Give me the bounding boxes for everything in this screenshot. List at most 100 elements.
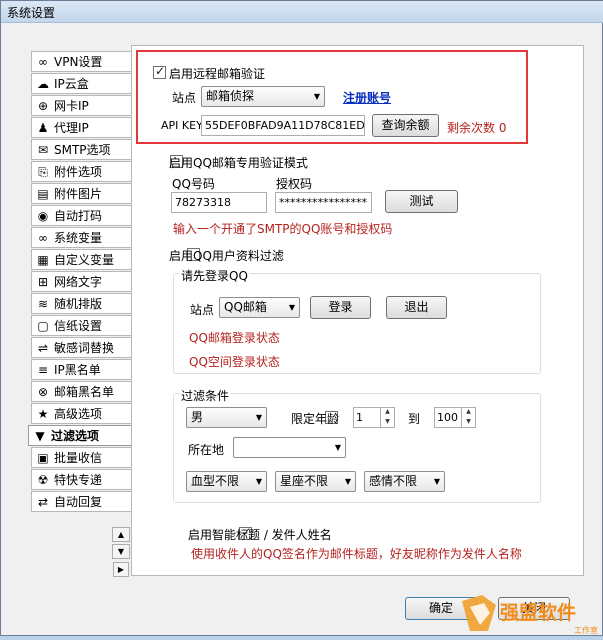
- api-key-label: API KEY: [161, 119, 203, 132]
- grid-icon: ▦: [37, 252, 49, 267]
- emotion-value: 感情不限: [369, 474, 418, 488]
- sidebar-item-7[interactable]: ▤ 附件图片: [31, 183, 131, 204]
- qq-site-label: 站点: [190, 303, 215, 317]
- spin-down-icon: ▼: [385, 418, 390, 425]
- sidebar-item-20[interactable]: ☢ 特快专递: [31, 469, 131, 490]
- chevron-down-icon: ▼: [255, 413, 262, 422]
- spin-up-icon: ▲: [466, 408, 471, 415]
- qq-zone-login-status: QQ空间登录状态: [189, 355, 280, 369]
- filter-conditions-title: 过滤条件: [179, 387, 232, 404]
- svg-text:强盟软件: 强盟软件: [500, 601, 576, 624]
- chevron-down-icon: ▼: [313, 92, 320, 101]
- inbox-icon: ▣: [37, 450, 49, 465]
- image-icon: ▤: [37, 186, 49, 201]
- age-to-input[interactable]: 100 ▲ ▼: [434, 407, 476, 428]
- sidebar-item-12[interactable]: ≋ 随机排版: [31, 293, 131, 314]
- emotion-select[interactable]: 感情不限 ▼: [364, 471, 445, 492]
- sidebar-item-17[interactable]: ★ 高级选项: [31, 403, 131, 424]
- sidebar-item-label: 随机排版: [54, 297, 103, 311]
- zodiac-select[interactable]: 星座不限 ▼: [275, 471, 356, 492]
- sidebar-item-13[interactable]: ▢ 信纸设置: [31, 315, 131, 336]
- sidebar-item-label: 系统变量: [54, 231, 103, 245]
- spin-down-icon: ▼: [466, 418, 471, 425]
- list-icon: ≡: [37, 362, 49, 377]
- layers-icon: ≋: [37, 296, 49, 311]
- location-select[interactable]: ▼: [233, 437, 346, 458]
- sidebar-item-label: 过滤选项: [51, 429, 100, 443]
- sidebar-item-4[interactable]: ♟ 代理IP: [31, 117, 131, 138]
- sidebar-item-3[interactable]: ⊕ 网卡IP: [31, 95, 131, 116]
- block-icon: ⊗: [37, 384, 49, 399]
- gender-select[interactable]: 男 ▼: [186, 407, 267, 428]
- qq-mail-login-status: QQ邮箱登录状态: [189, 331, 280, 345]
- scroll-up-button[interactable]: ▲: [112, 527, 130, 542]
- scroll-down-button[interactable]: ▼: [112, 544, 130, 559]
- sidebar-item-1[interactable]: ∞ VPN设置: [31, 51, 131, 72]
- exchange-icon: ⇄: [37, 494, 49, 509]
- test-button[interactable]: 测试: [385, 190, 458, 213]
- auth-code-input[interactable]: ****************: [275, 192, 372, 213]
- zodiac-value: 星座不限: [280, 474, 329, 488]
- age-from-input[interactable]: 1 ▲ ▼: [353, 407, 395, 428]
- blood-type-value: 血型不限: [191, 474, 240, 488]
- svg-text:工作室: 工作室: [574, 625, 598, 635]
- chevron-down-icon: ▼: [433, 477, 440, 486]
- sidebar-item-label: 敏感词替换: [54, 341, 115, 355]
- sidebar-item-16[interactable]: ⊗ 邮箱黑名单: [31, 381, 131, 402]
- remote-site-select[interactable]: 邮箱侦探 ▼: [201, 86, 325, 107]
- attachment-icon: ⎘: [38, 164, 48, 179]
- qq-number-label: QQ号码: [172, 177, 215, 191]
- sidebar-item-9[interactable]: ∞ 系统变量: [31, 227, 131, 248]
- qq-logout-button[interactable]: 退出: [386, 296, 447, 319]
- sidebar-item-19[interactable]: ▣ 批量收信: [31, 447, 131, 468]
- blood-type-select[interactable]: 血型不限 ▼: [186, 471, 267, 492]
- sidebar-item-15[interactable]: ≡ IP黑名单: [31, 359, 131, 380]
- qq-login-button[interactable]: 登录: [310, 296, 371, 319]
- register-account-link[interactable]: 注册账号: [343, 89, 391, 106]
- filter-icon: ▼: [35, 428, 45, 443]
- infinity-icon: ∞: [38, 230, 48, 245]
- sidebar-item-2[interactable]: ☁ IP云盒: [31, 73, 131, 94]
- sidebar-item-5[interactable]: ✉ SMTP选项: [31, 139, 131, 160]
- chevron-down-icon: ▼: [288, 303, 295, 312]
- sidebar-item-label: VPN设置: [54, 55, 103, 69]
- link-icon: ∞: [38, 54, 48, 69]
- sidebar-item-21[interactable]: ⇄ 自动回复: [31, 491, 131, 512]
- shuffle-icon: ⇌: [37, 340, 49, 355]
- age-to-spinner[interactable]: ▲ ▼: [461, 408, 475, 427]
- sidebar-item-label: IP黑名单: [54, 363, 101, 377]
- brand-logo-graphic: 强盟软件 工作室: [462, 595, 598, 635]
- sidebar-item-label: SMTP选项: [54, 143, 111, 157]
- sidebar-item-6[interactable]: ⎘ 附件选项: [31, 161, 131, 182]
- remote-site-label: 站点: [172, 91, 197, 105]
- qq-site-select[interactable]: QQ邮箱 ▼: [219, 297, 300, 318]
- sidebar-item-14[interactable]: ⇌ 敏感词替换: [31, 337, 131, 358]
- age-from-spinner[interactable]: ▲ ▼: [380, 408, 394, 427]
- sidebar-item-10[interactable]: ▦ 自定义变量: [31, 249, 131, 270]
- age-from-value: 1: [356, 411, 363, 424]
- remote-verify-checkbox[interactable]: [153, 64, 166, 79]
- to-label: 到: [408, 412, 421, 426]
- api-key-input[interactable]: 55DEF0BFAD9A11D78C81ED028: [201, 115, 365, 136]
- sidebar-item-label: 网络文字: [54, 275, 103, 289]
- sidebar-item-18[interactable]: ▼ 过滤选项: [28, 425, 134, 446]
- sidebar-item-label: 自动回复: [54, 495, 103, 509]
- chevron-down-icon: ▼: [334, 443, 341, 452]
- sidebar-item-label: 高级选项: [54, 407, 103, 421]
- location-label: 所在地: [188, 443, 225, 457]
- sidebar-item-11[interactable]: ⊞ 网络文字: [31, 271, 131, 292]
- sidebar-item-label: 特快专递: [54, 473, 103, 487]
- qq-number-input[interactable]: 78273318: [171, 192, 267, 213]
- envelope-icon: ✉: [37, 142, 49, 157]
- radiation-icon: ☢: [37, 472, 49, 487]
- auth-code-label: 授权码: [276, 177, 313, 191]
- brand-logo: 强盟软件 工作室: [456, 591, 603, 637]
- sidebar-item-8[interactable]: ◉ 自动打码: [31, 205, 131, 226]
- globe-text-icon: ⊞: [37, 274, 49, 289]
- query-balance-button[interactable]: 查询余额: [372, 114, 439, 137]
- chevron-down-icon: ▼: [255, 477, 262, 486]
- settings-window: 系统设置 ∞ VPN设置 ☁ IP云盒 ⊕ 网卡IP ♟ 代理IP ✉ SMTP选项 ⎘ 附件选项 ▤ 附…: [0, 0, 603, 636]
- globe-icon: ⊕: [37, 98, 49, 113]
- scroll-right-button[interactable]: ▶: [113, 562, 129, 577]
- sidebar-item-label: 附件选项: [54, 165, 103, 179]
